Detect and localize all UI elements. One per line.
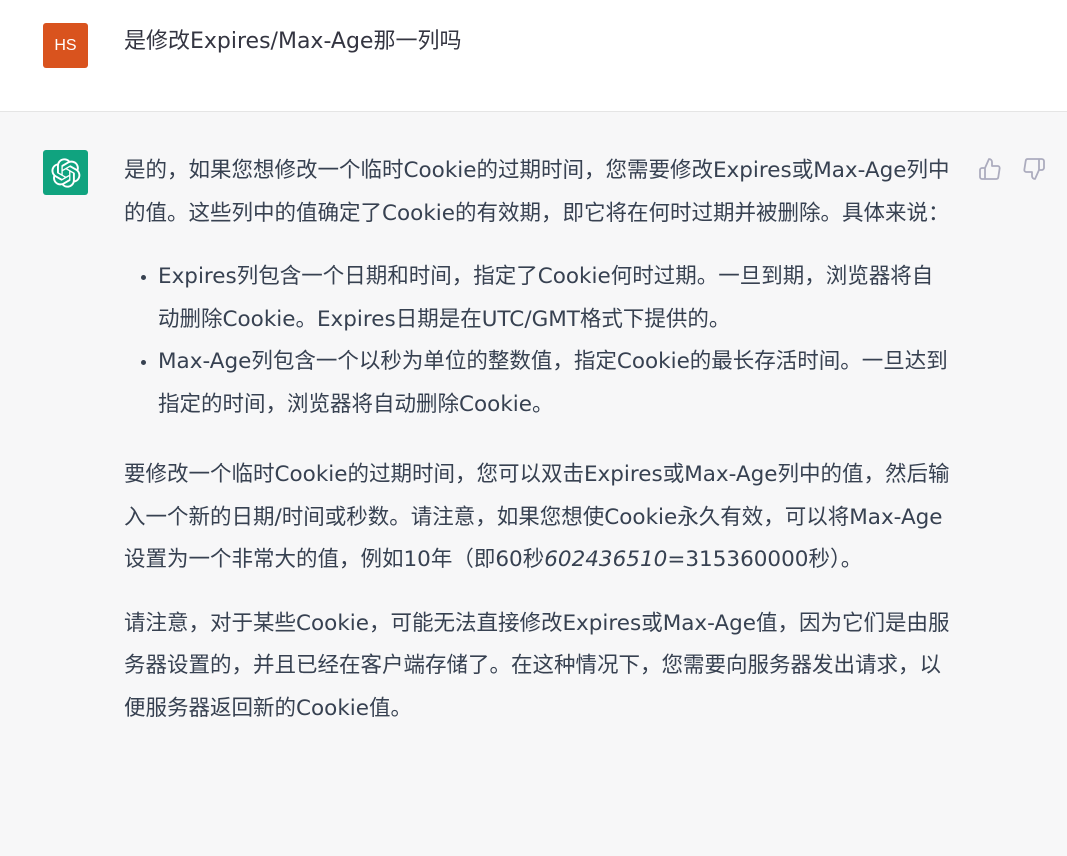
list-item: Expires列包含一个日期和时间，指定了Cookie何时过期。一旦到期，浏览器… [158,256,954,341]
feedback-buttons [978,157,1046,181]
user-message-text: 是修改Expires/Max-Age那一列吗 [124,29,462,54]
openai-logo-icon [50,157,80,188]
thumbs-up-button[interactable] [978,157,1002,181]
thumbs-down-icon [1023,158,1045,180]
thumbs-up-icon [979,158,1001,180]
assistant-message-row: 是的，如果您想修改一个临时Cookie的过期时间，您需要修改Expires或Ma… [0,112,1067,856]
assistant-paragraph-2: 要修改一个临时Cookie的过期时间，您可以双击Expires或Max-Age列… [124,454,954,582]
assistant-paragraph-3: 请注意，对于某些Cookie，可能无法直接修改Expires或Max-Age值，… [124,610,950,721]
assistant-paragraph-1: 是的，如果您想修改一个临时Cookie的过期时间，您需要修改Expires或Ma… [124,158,950,226]
user-avatar: HS [43,23,88,68]
assistant-message-content: 是的，如果您想修改一个临时Cookie的过期时间，您需要修改Expires或Ma… [124,150,954,751]
thumbs-down-button[interactable] [1022,157,1046,181]
list-item: Max-Age列包含一个以秒为单位的整数值，指定Cookie的最长存活时间。一旦… [158,341,954,426]
user-message-row: HS 是修改Expires/Max-Age那一列吗 [0,0,1067,112]
bullet-list: Expires列包含一个日期和时间，指定了Cookie何时过期。一旦到期，浏览器… [124,256,954,426]
paragraph-2-italic: 602436510 [544,547,668,572]
assistant-avatar [43,150,88,195]
paragraph-2-end: =315360000秒）。 [667,547,863,572]
user-avatar-initials: HS [54,36,77,54]
